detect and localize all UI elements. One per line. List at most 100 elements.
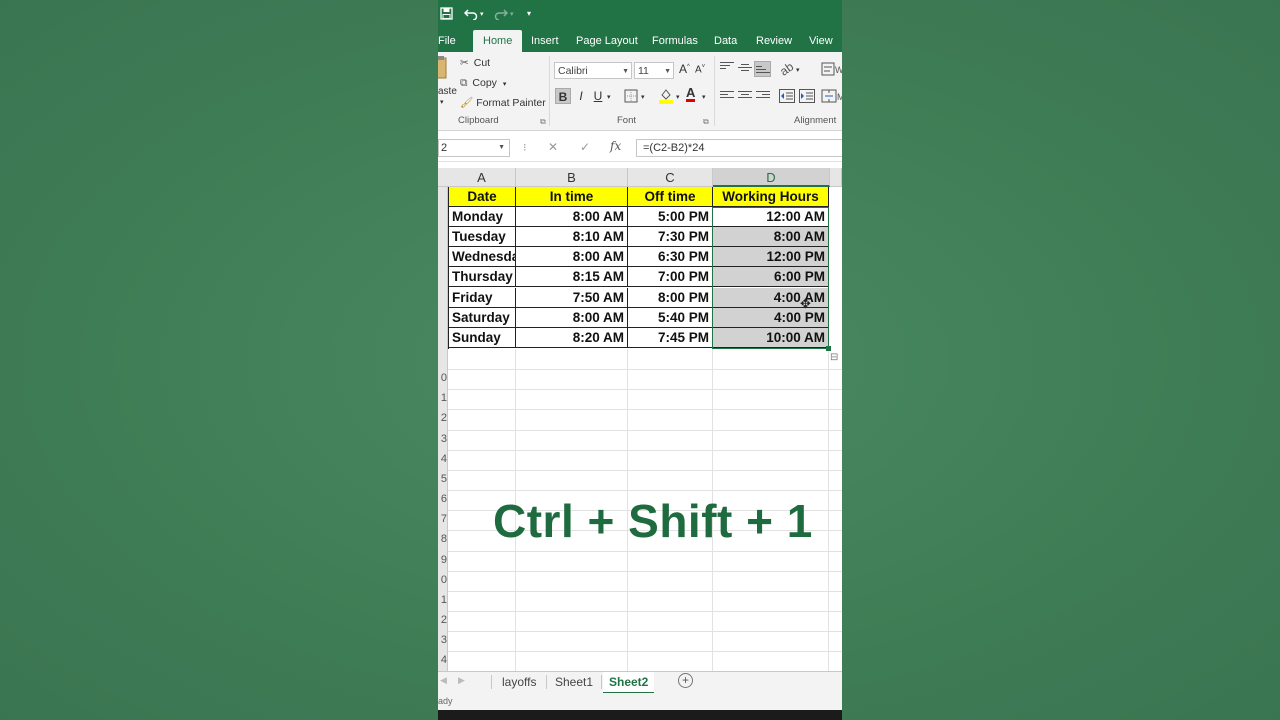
align-right-icon[interactable] [756,91,770,103]
name-box[interactable]: 2 ▼ [438,139,510,157]
tab-home[interactable]: Home [473,30,523,52]
row-number[interactable]: 3 [438,433,447,445]
worksheet-grid[interactable]: A B C D 0 1 2 3 4 5 6 7 8 9 0 1 2 3 4 Da… [438,168,842,671]
row-number[interactable]: 0 [438,574,447,586]
table-cell-off-time[interactable]: 7:30 PM [628,227,713,247]
table-cell-day[interactable]: Tuesday [449,227,516,247]
table-cell-day[interactable]: Monday [449,207,516,227]
undo-icon[interactable] [463,7,478,23]
tab-review[interactable]: Review [752,30,796,52]
table-cell-day[interactable]: Sunday [449,328,516,348]
align-center-icon[interactable] [738,91,752,103]
row-number[interactable]: 2 [438,614,447,626]
table-cell-day[interactable]: Wednesday [449,247,516,267]
tab-view[interactable]: View [805,30,837,52]
sheet-tab-sheet2[interactable]: Sheet2 [603,672,655,694]
column-header-e[interactable] [830,168,842,187]
row-number[interactable]: 3 [438,634,447,646]
increase-font-size-icon[interactable]: A^ [679,62,690,76]
font-size-combo[interactable]: 11 ▼ [634,62,674,79]
table-cell-working-hours[interactable]: 8:00 AM [713,227,829,247]
orientation-icon[interactable]: ab [777,59,796,78]
column-header-a[interactable]: A [448,168,516,187]
table-cell-off-time[interactable]: 5:00 PM [628,207,713,227]
tab-formulas[interactable]: Formulas [648,30,702,52]
table-cell-in-time[interactable]: 8:00 AM [516,308,628,328]
table-cell-in-time[interactable]: 8:20 AM [516,328,628,348]
row-number[interactable]: 0 [438,372,447,384]
table-header-working-hours[interactable]: Working Hours [713,187,829,207]
row-number[interactable]: 4 [438,453,447,465]
quick-analysis-icon[interactable]: ⊟ [830,352,838,363]
table-cell-in-time[interactable]: 8:10 AM [516,227,628,247]
bold-button[interactable]: B [555,88,571,104]
row-number[interactable]: 6 [438,493,447,505]
decrease-indent-icon[interactable] [779,89,795,106]
copy-button[interactable]: ⧉ Copy ▾ [460,77,506,90]
tab-insert[interactable]: Insert [527,30,563,52]
table-cell-working-hours[interactable]: 4:00 AM [713,288,829,308]
save-icon[interactable] [440,7,453,23]
row-number[interactable]: 1 [438,392,447,404]
font-name-combo[interactable]: Calibri ▼ [554,62,632,79]
table-cell-off-time[interactable]: 6:30 PM [628,247,713,267]
table-header-in-time[interactable]: In time [516,187,628,207]
row-number[interactable]: 1 [438,594,447,606]
increase-indent-icon[interactable] [799,89,815,106]
table-cell-working-hours[interactable]: 12:00 AM [713,207,829,227]
row-number[interactable]: 2 [438,412,447,424]
font-color-dropdown-icon[interactable]: ▾ [702,93,706,101]
table-cell-day[interactable]: Thursday [449,267,516,287]
insert-function-icon[interactable]: fx [610,139,621,153]
table-cell-in-time[interactable]: 7:50 AM [516,288,628,308]
customize-qat-icon[interactable]: ▾ [527,9,531,18]
fill-color-icon[interactable] [659,87,673,107]
format-painter-button[interactable]: 🖌 Format Painter [460,96,546,109]
align-middle-icon[interactable] [738,64,752,76]
formula-input[interactable]: =(C2-B2)*24 [636,139,842,157]
add-sheet-button[interactable]: + [678,673,693,688]
table-header-off-time[interactable]: Off time [628,187,713,207]
table-cell-in-time[interactable]: 8:15 AM [516,267,628,287]
table-cell-off-time[interactable]: 5:40 PM [628,308,713,328]
table-cell-in-time[interactable]: 8:00 AM [516,247,628,267]
table-header-date[interactable]: Date [449,187,516,207]
borders-icon[interactable] [624,89,638,106]
font-color-icon[interactable]: A [686,86,696,102]
table-cell-off-time[interactable]: 7:45 PM [628,328,713,348]
decrease-font-size-icon[interactable]: A˅ [695,64,705,75]
table-cell-day[interactable]: Saturday [449,308,516,328]
wrap-text-icon[interactable]: W [821,62,842,79]
row-number[interactable]: 5 [438,473,447,485]
sheet-tab-sheet1[interactable]: Sheet1 [549,672,599,692]
enter-formula-icon[interactable]: ✓ [580,140,590,154]
clipboard-launcher-icon[interactable]: ⧉ [540,117,546,127]
tab-file[interactable]: File [438,30,460,52]
merge-center-icon[interactable]: M [821,89,842,106]
column-header-c[interactable]: C [628,168,713,187]
orientation-dropdown-icon[interactable]: ▾ [796,66,800,74]
table-cell-working-hours[interactable]: 10:00 AM [713,328,829,348]
tab-data[interactable]: Data [710,30,741,52]
tab-page-layout[interactable]: Page Layout [572,30,642,52]
row-number[interactable]: 7 [438,513,447,525]
fill-handle[interactable] [826,346,831,351]
table-cell-off-time[interactable]: 7:00 PM [628,267,713,287]
select-all-corner[interactable] [438,168,448,187]
align-top-icon[interactable] [720,62,734,74]
paste-dropdown-icon[interactable]: ▾ [440,98,444,106]
fill-color-dropdown-icon[interactable]: ▾ [676,93,680,101]
table-cell-working-hours[interactable]: 6:00 PM [713,267,829,287]
row-number[interactable]: 9 [438,554,447,566]
align-bottom-button[interactable] [754,61,771,77]
font-launcher-icon[interactable]: ⧉ [703,117,709,127]
sheet-tab-layoffs[interactable]: layoffs [496,672,542,692]
underline-button[interactable]: U [590,88,606,104]
table-cell-working-hours[interactable]: 12:00 PM [713,247,829,267]
cut-button[interactable]: ✂ Cut [460,57,490,69]
column-header-d[interactable]: D [713,168,830,187]
column-header-b[interactable]: B [516,168,628,187]
row-number[interactable]: 4 [438,654,447,666]
cancel-formula-icon[interactable]: ✕ [548,140,558,154]
scroll-right-icon[interactable]: ▶ [458,675,465,686]
